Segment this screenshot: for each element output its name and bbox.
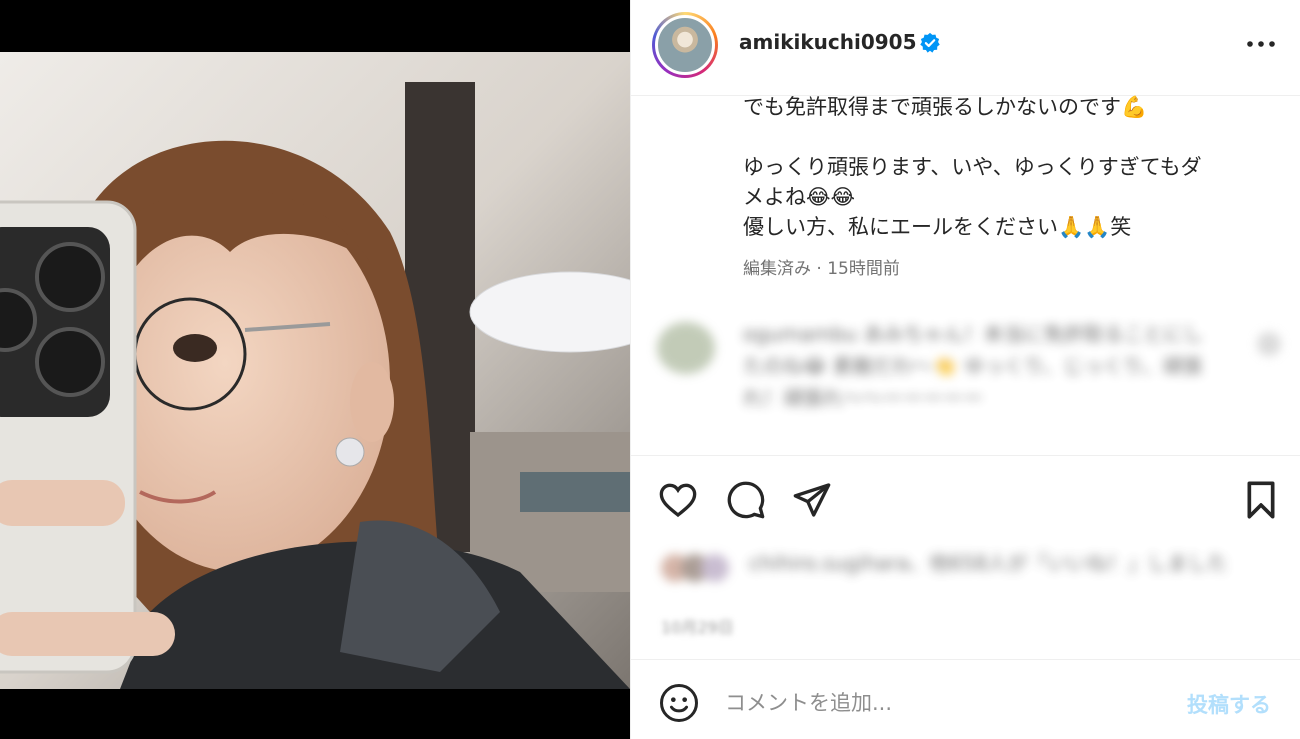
comment-icon[interactable]: [725, 480, 767, 520]
avatar[interactable]: [655, 15, 715, 75]
caption-line: [743, 122, 1283, 152]
comment-like-icon[interactable]: [1257, 332, 1281, 356]
verified-badge-icon: [920, 32, 940, 53]
caption-line: メよね😂😂: [743, 185, 856, 209]
liker-avatar: [701, 554, 729, 582]
comment-composer: 投稿する: [631, 661, 1300, 739]
post-photo[interactable]: [0, 52, 630, 689]
post-meta: 編集済み · 15時間前: [743, 259, 900, 279]
post-media: [0, 0, 630, 739]
comment-avatar[interactable]: [657, 322, 715, 374]
username[interactable]: amikikuchi0905: [739, 30, 917, 54]
selfie-illustration: [0, 52, 630, 689]
heart-icon[interactable]: [657, 480, 699, 520]
instagram-post-view: amikikuchi0905 でも免許取得まで頑張るしかないのです💪 ゆっくり頑…: [0, 0, 1300, 739]
emoji-icon[interactable]: [659, 683, 699, 723]
likes-text: chihiro.sugihara、他658人が「いいね！」しました: [749, 551, 1228, 575]
more-options-icon[interactable]: [1245, 34, 1277, 54]
comment-item: ogumambu あみちゃん！本当に免許取ることにしたのね😂 素敵だわ～👏 ゆっ…: [657, 318, 1287, 448]
post-actions: chihiro.sugihara、他658人が「いいね！」しました 10月29日: [631, 455, 1300, 660]
caption-line: 優しい方、私にエールをください🙏🙏笑: [743, 215, 1132, 239]
post-comment-button[interactable]: 投稿する: [1187, 689, 1271, 719]
post-header: amikikuchi0905: [631, 0, 1300, 96]
post-sidebar: amikikuchi0905 でも免許取得まで頑張るしかないのです💪 ゆっくり頑…: [630, 0, 1300, 739]
share-icon[interactable]: [791, 480, 833, 520]
story-ring[interactable]: [652, 12, 718, 78]
likes-summary[interactable]: chihiro.sugihara、他658人が「いいね！」しました: [661, 548, 1271, 604]
comment-text: ogumambu あみちゃん！本当に免許取ることにしたのね😂 素敵だわ～👏 ゆっ…: [743, 322, 1204, 410]
post-caption: でも免許取得まで頑張るしかないのです💪 ゆっくり頑張ります、いや、ゆっくりすぎて…: [743, 92, 1283, 242]
comment-input[interactable]: [725, 687, 1155, 719]
post-date: 10月29日: [661, 618, 734, 637]
caption-line: ゆっくり頑張ります、いや、ゆっくりすぎてもダ: [743, 155, 1202, 179]
bookmark-icon[interactable]: [1243, 480, 1279, 520]
caption-line: でも免許取得まで頑張るしかないのです💪: [743, 95, 1148, 119]
